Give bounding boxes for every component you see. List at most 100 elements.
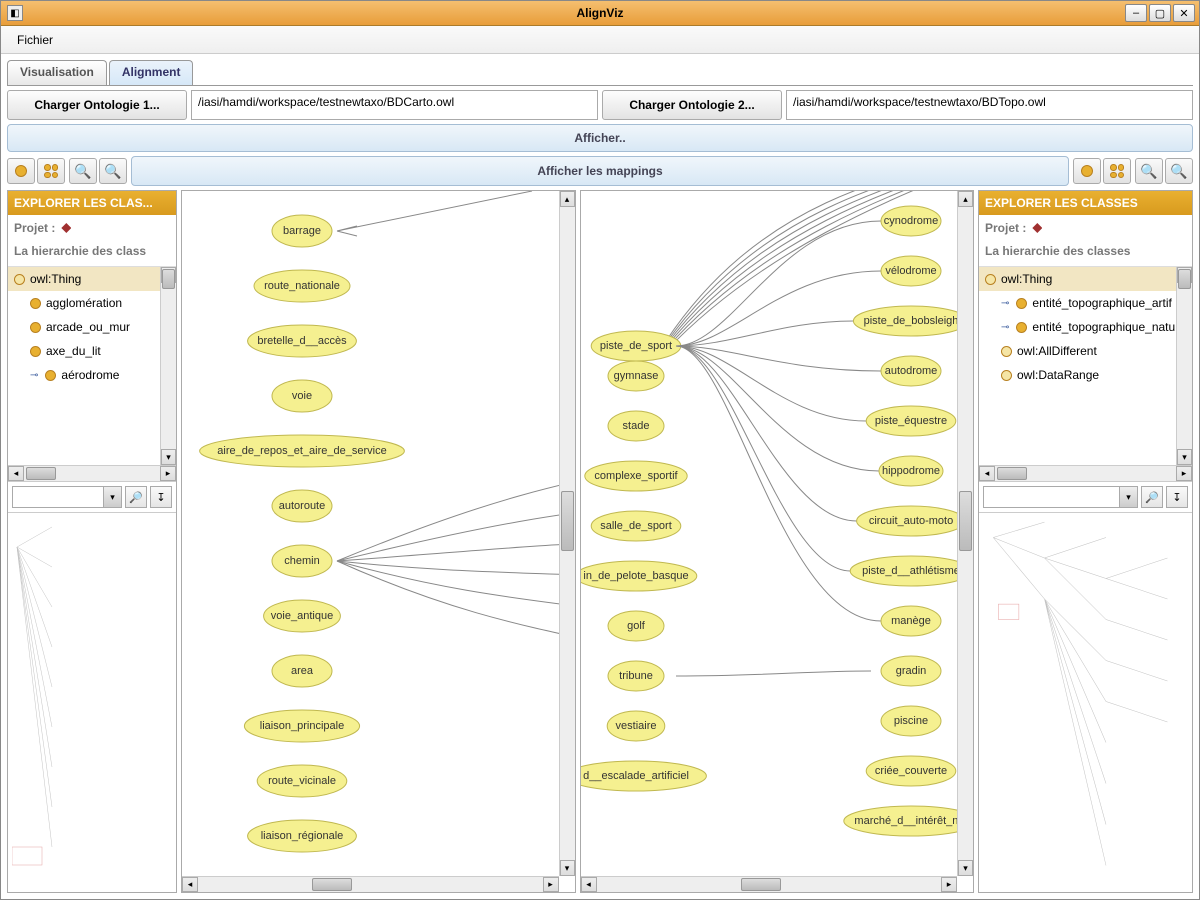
- titlebar: ◧ AlignViz – ▢ ✕: [1, 1, 1199, 26]
- scrollbar-horizontal[interactable]: ◂▸: [8, 465, 176, 481]
- close-button[interactable]: ✕: [1173, 4, 1195, 22]
- tree-item[interactable]: owl:Thing: [979, 267, 1192, 291]
- graph-node-label: salle_de_sport: [600, 520, 672, 532]
- graph-pane-right[interactable]: piste_de_sportgymnasestadecomplexe_sport…: [580, 190, 975, 893]
- tree-item[interactable]: entité_topographique_artif: [979, 291, 1192, 315]
- graph-node-label: piste_équestre: [874, 415, 946, 427]
- graph-node-label: vestiaire: [615, 720, 656, 732]
- scrollbar-vertical[interactable]: ▴▾: [160, 267, 176, 465]
- tree-item-label: arcade_ou_mur: [46, 320, 130, 334]
- tree-item[interactable]: axe_du_lit: [8, 339, 176, 363]
- graph-pane-left[interactable]: barrageroute_nationalebretelle_d__accèsv…: [181, 190, 576, 893]
- graph-node-label: stade: [622, 420, 649, 432]
- tree-item[interactable]: owl:AllDifferent: [979, 339, 1192, 363]
- explorer-left: EXPLORER LES CLAS... Projet : La hierarc…: [7, 190, 177, 893]
- tree-item[interactable]: arcade_ou_mur: [8, 315, 176, 339]
- graph-node-label: marché_d__intérêt_nat: [854, 815, 967, 827]
- tree-item-label: axe_du_lit: [46, 344, 101, 358]
- explorer-right-title: EXPLORER LES CLASSES: [979, 191, 1192, 215]
- class-tree-left[interactable]: owl:Thing agglomération arcade_ou_mur axe_d…: [8, 266, 176, 465]
- graph-node-label: cynodrome: [883, 215, 937, 227]
- single-node-icon[interactable]: [7, 158, 35, 184]
- tree-item-label: entité_topographique_artif: [1032, 296, 1171, 310]
- afficher-button[interactable]: Afficher..: [7, 124, 1193, 152]
- tree-item[interactable]: owl:DataRange: [979, 363, 1192, 387]
- graph-node-label: liaison_régionale: [261, 830, 344, 842]
- node-bullet-icon: [1016, 298, 1027, 309]
- single-node-icon-right[interactable]: [1073, 158, 1101, 184]
- ontology-1-path[interactable]: /iasi/hamdi/workspace/testnewtaxo/BDCart…: [191, 90, 598, 120]
- graph-node-label: piste_d__athlétisme: [862, 565, 960, 577]
- graph-node-label: piscine: [893, 715, 927, 727]
- node-bullet-icon: [14, 274, 25, 285]
- overview-thumbnail-left[interactable]: [8, 512, 176, 892]
- graph-node-label: autoroute: [279, 500, 325, 512]
- graph-node-label: liaison_principale: [260, 720, 344, 732]
- tree-item-label: owl:Thing: [30, 272, 81, 286]
- graph-node-label: piste_de_sport: [599, 340, 671, 352]
- node-bullet-icon: [30, 346, 41, 357]
- scrollbar-vertical[interactable]: ▴▾: [559, 191, 575, 876]
- graph-node-label: route_nationale: [264, 280, 340, 292]
- class-tree-right[interactable]: owl:Thing entité_topographique_artifentit…: [979, 266, 1192, 465]
- filter-combo[interactable]: ▾: [12, 486, 122, 508]
- tab-strip: Visualisation Alignment: [7, 60, 1193, 86]
- tree-item-label: aérodrome: [61, 368, 119, 382]
- project-marker-icon: [61, 223, 71, 233]
- zoom-out-icon[interactable]: 🔍: [99, 158, 127, 184]
- tree-item[interactable]: agglomération: [8, 291, 176, 315]
- hierarchy-label: La hierarchie des classes: [979, 241, 1192, 266]
- tree-item[interactable]: aérodrome: [8, 363, 176, 387]
- binoculars-icon[interactable]: 🔎: [1141, 486, 1163, 508]
- ontology-2-path[interactable]: /iasi/hamdi/workspace/testnewtaxo/BDTopo…: [786, 90, 1193, 120]
- window-title: AlignViz: [576, 6, 623, 20]
- scrollbar-vertical[interactable]: ▴▾: [957, 191, 973, 876]
- load-ontology-2-button[interactable]: Charger Ontologie 2...: [602, 90, 782, 120]
- graph-node-label: bretelle_d__accès: [257, 335, 347, 347]
- tree-item[interactable]: entité_topographique_natu: [979, 315, 1192, 339]
- node-bullet-icon: [985, 274, 996, 285]
- scrollbar-horizontal[interactable]: ◂▸: [581, 876, 958, 892]
- graph-node-label: vélodrome: [885, 265, 936, 277]
- graph-node-label: voie_antique: [271, 610, 333, 622]
- refresh-icon[interactable]: ↧: [1166, 486, 1188, 508]
- graph-node-label: d__escalade_artificiel: [583, 770, 689, 782]
- overview-thumbnail-right[interactable]: [979, 512, 1192, 892]
- graph-node-label: chemin: [284, 555, 319, 567]
- show-mappings-button[interactable]: Afficher les mappings: [131, 156, 1069, 186]
- graph-node-label: aire_de_repos_et_aire_de_service: [217, 445, 386, 457]
- binoculars-icon[interactable]: 🔎: [125, 486, 147, 508]
- zoom-in-icon[interactable]: 🔍: [69, 158, 97, 184]
- tab-alignment[interactable]: Alignment: [109, 60, 194, 85]
- tree-item-label: entité_topographique_natu: [1032, 320, 1175, 334]
- graph-node-label: golf: [627, 620, 646, 632]
- graph-node-label: route_vicinale: [268, 775, 336, 787]
- zoom-in-icon-right[interactable]: 🔍: [1135, 158, 1163, 184]
- minimize-button[interactable]: –: [1125, 4, 1147, 22]
- scrollbar-vertical[interactable]: ▴▾: [1176, 267, 1192, 465]
- filter-combo[interactable]: ▾: [983, 486, 1138, 508]
- graph-node-label: criée_couverte: [874, 765, 946, 777]
- node-bullet-icon: [1016, 322, 1027, 333]
- menu-fichier[interactable]: Fichier: [9, 29, 61, 51]
- project-marker-icon: [1032, 223, 1042, 233]
- grid-nodes-icon[interactable]: [37, 158, 65, 184]
- explorer-right: EXPLORER LES CLASSES Projet : La hierarc…: [978, 190, 1193, 893]
- tree-item-label: agglomération: [46, 296, 122, 310]
- scrollbar-horizontal[interactable]: ◂▸: [182, 876, 559, 892]
- explorer-left-title: EXPLORER LES CLAS...: [8, 191, 176, 215]
- scrollbar-horizontal[interactable]: ◂▸: [979, 465, 1192, 481]
- node-bullet-icon: [30, 322, 41, 333]
- refresh-icon[interactable]: ↧: [150, 486, 172, 508]
- graph-node-label: complexe_sportif: [594, 470, 678, 482]
- grid-nodes-icon-right[interactable]: [1103, 158, 1131, 184]
- graph-node-label: piste_de_bobsleigh: [863, 315, 958, 327]
- maximize-button[interactable]: ▢: [1149, 4, 1171, 22]
- tree-item[interactable]: owl:Thing: [8, 267, 176, 291]
- node-bullet-icon: [45, 370, 56, 381]
- load-ontology-1-button[interactable]: Charger Ontologie 1...: [7, 90, 187, 120]
- tab-visualisation[interactable]: Visualisation: [7, 60, 107, 85]
- zoom-out-icon-right[interactable]: 🔍: [1165, 158, 1193, 184]
- hierarchy-label: La hierarchie des class: [8, 241, 176, 266]
- tree-item-label: owl:Thing: [1001, 272, 1052, 286]
